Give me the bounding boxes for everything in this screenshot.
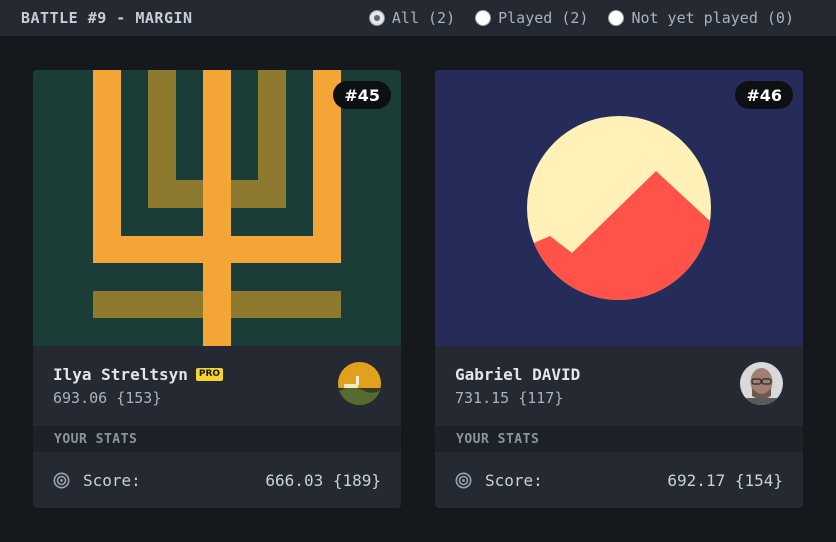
target-icon <box>455 472 472 488</box>
author-name-text: Gabriel DAVID <box>455 365 581 384</box>
filter-all[interactable]: All (2) <box>368 9 456 27</box>
your-stats-header: YOUR STATS <box>435 426 803 452</box>
author-block: Gabriel DAVID 731.15 {117} <box>435 346 803 426</box>
author-name[interactable]: Gabriel DAVID <box>455 365 580 384</box>
radio-icon[interactable] <box>608 10 625 26</box>
level-card-45[interactable]: #45 Ilya Streltsyn PRO 693.06 {153} YOUR… <box>33 70 401 508</box>
author-name-text: Ilya Streltsyn <box>53 365 188 384</box>
score-row: Score: 666.03 {189} <box>33 452 401 508</box>
level-card-46[interactable]: #46 Gabriel DAVID 731.15 {117} YOUR STAT… <box>435 70 803 508</box>
filter-all-label: All (2) <box>391 9 456 27</box>
author-score: 731.15 {117} <box>455 389 564 407</box>
filter-not-yet-played-label: Not yet played (0) <box>631 9 794 27</box>
radio-icon[interactable] <box>475 10 492 26</box>
battle-title: BATTLE #9 - MARGIN <box>21 9 193 27</box>
level-target-image[interactable] <box>435 70 803 346</box>
radio-icon[interactable] <box>368 10 385 26</box>
score-value: 666.03 {189} <box>265 470 381 490</box>
score-row: Score: 692.17 {154} <box>435 452 803 508</box>
filter-played[interactable]: Played (2) <box>475 9 588 27</box>
avatar[interactable] <box>740 362 783 405</box>
target-icon <box>53 472 70 488</box>
top-bar: BATTLE #9 - MARGIN All (2) Played (2) No… <box>0 0 836 36</box>
avatar[interactable] <box>338 362 381 405</box>
score-label: Score: <box>83 470 141 490</box>
filter-group: All (2) Played (2) Not yet played (0) <box>368 0 794 36</box>
score-label: Score: <box>485 470 543 490</box>
level-target-image[interactable] <box>33 70 401 346</box>
score-value: 692.17 {154} <box>667 470 783 490</box>
filter-played-label: Played (2) <box>498 9 589 27</box>
filter-not-yet-played[interactable]: Not yet played (0) <box>608 9 794 27</box>
author-name[interactable]: Ilya Streltsyn PRO <box>53 365 224 384</box>
author-score: 693.06 {153} <box>53 389 162 407</box>
pro-badge: PRO <box>195 368 224 381</box>
level-number-badge: #45 <box>333 81 391 109</box>
your-stats-header: YOUR STATS <box>33 426 401 452</box>
level-number-badge: #46 <box>735 81 793 109</box>
author-block: Ilya Streltsyn PRO 693.06 {153} <box>33 346 401 426</box>
